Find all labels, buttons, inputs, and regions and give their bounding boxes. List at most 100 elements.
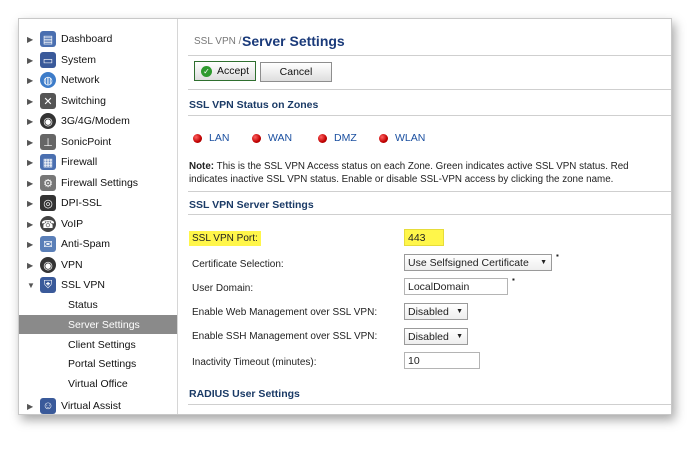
chevron-down-icon: ▼ [540,259,547,266]
globe-icon: ◍ [40,72,56,88]
cancel-button-label: Cancel [279,66,313,78]
sidebar-item-network[interactable]: ▶ ◍ Network [19,70,177,90]
user-domain-input[interactable]: LocalDomain [404,278,508,295]
sidebar-item-dpi-ssl[interactable]: ▶ ◎ DPI-SSL [19,193,177,213]
zone-dmz[interactable]: DMZ [318,132,357,144]
sidebar-subitem-virtual-office[interactable]: Virtual Office [19,374,177,393]
expand-arrow-icon[interactable]: ▶ [27,138,37,147]
zones-section-heading: SSL VPN Status on Zones [189,99,319,111]
sidebar-subitem-label: Virtual Office [68,377,128,390]
chevron-down-icon: ▼ [456,333,463,340]
sidebar-item-label: System [61,54,97,66]
ssl-vpn-icon: ⛨ [40,277,56,293]
expand-arrow-icon[interactable]: ▶ [27,220,37,229]
note-label: Note: [189,161,215,172]
sidebar-subitem-server-settings[interactable]: Server Settings [19,315,177,334]
expand-arrow-icon[interactable]: ▶ [27,179,37,188]
sidebar-item-label: Switching [61,95,106,107]
expand-arrow-icon[interactable]: ▶ [27,261,37,270]
sidebar-item-label: SonicPoint [61,136,112,148]
monitor-icon: ▭ [40,52,56,68]
zone-wlan[interactable]: WLAN [379,132,425,144]
sidebar-item-firewall[interactable]: ▶ ▦ Firewall [19,152,177,172]
zone-link[interactable]: WAN [268,132,292,144]
web-management-value: Disabled [408,305,449,318]
firewall-settings-icon: ⚙ [40,175,56,191]
sidebar-item-vpn[interactable]: ▶ ◉ VPN [19,255,177,275]
divider [188,214,671,215]
divider [188,404,671,405]
sidebar-item-label: SSL VPN [61,279,105,291]
note-text: This is the SSL VPN Access status on eac… [189,161,629,185]
expand-arrow-icon[interactable]: ▶ [27,117,37,126]
virtual-assist-icon: ☺ [40,398,56,414]
status-dot-icon [252,133,261,143]
app-window: ▶ ▤ Dashboard ▶ ▭ System ▶ ◍ Network ▶ ✕… [18,18,672,415]
sidebar: ▶ ▤ Dashboard ▶ ▭ System ▶ ◍ Network ▶ ✕… [19,19,178,414]
zone-link[interactable]: LAN [209,132,229,144]
sidebar-item-label: 3G/4G/Modem [61,115,130,127]
zone-wan[interactable]: WAN [252,132,292,144]
main-panel: SSL VPN / Server Settings ✓ Accept Cance… [178,19,671,414]
tick-mark: ▪ [512,275,515,284]
sidebar-item-label: Firewall Settings [61,177,139,189]
sidebar-subitem-label: Server Settings [68,318,140,331]
certificate-select[interactable]: Use Selfsigned Certificate ▼ [404,254,552,271]
collapse-arrow-icon[interactable]: ▼ [27,281,37,290]
sidebar-item-switching[interactable]: ▶ ✕ Switching [19,91,177,111]
zone-link[interactable]: DMZ [334,132,357,144]
cancel-button[interactable]: Cancel [260,62,332,82]
sidebar-item-voip[interactable]: ▶ ☎ VoIP [19,214,177,234]
firewall-icon: ▦ [40,154,56,170]
status-dot-icon [318,133,327,143]
sidebar-item-label: Virtual Assist [61,400,121,412]
expand-arrow-icon[interactable]: ▶ [27,97,37,106]
port-label: SSL VPN Port: [189,231,261,246]
port-input[interactable]: 443 [404,229,444,246]
sidebar-item-label: DPI-SSL [61,197,102,209]
breadcrumb[interactable]: SSL VPN / [194,36,241,47]
accept-button[interactable]: ✓ Accept [194,61,256,81]
sidebar-subitem-portal-settings[interactable]: Portal Settings [19,354,177,373]
tick-mark: ▪ [556,251,559,260]
zone-link[interactable]: WLAN [395,132,425,144]
expand-arrow-icon[interactable]: ▶ [27,402,37,411]
ssh-management-select[interactable]: Disabled ▼ [404,328,468,345]
expand-arrow-icon[interactable]: ▶ [27,56,37,65]
sidebar-item-virtual-assist[interactable]: ▶ ☺ Virtual Assist [19,396,177,414]
status-dot-icon [379,133,388,143]
divider [188,55,671,56]
sidebar-item-label: VPN [61,259,83,271]
web-management-select[interactable]: Disabled ▼ [404,303,468,320]
expand-arrow-icon[interactable]: ▶ [27,158,37,167]
sidebar-item-anti-spam[interactable]: ▶ ✉ Anti-Spam [19,234,177,254]
expand-arrow-icon[interactable]: ▶ [27,35,37,44]
ssh-management-value: Disabled [408,330,449,343]
expand-arrow-icon[interactable]: ▶ [27,76,37,85]
anti-spam-icon: ✉ [40,236,56,252]
vpn-icon: ◉ [40,257,56,273]
expand-arrow-icon[interactable]: ▶ [27,240,37,249]
sidebar-item-system[interactable]: ▶ ▭ System [19,50,177,70]
chevron-down-icon: ▼ [456,308,463,315]
zones-note: Note: This is the SSL VPN Access status … [189,160,649,186]
ssh-management-label: Enable SSH Management over SSL VPN: [192,331,378,342]
zone-lan[interactable]: LAN [193,132,229,144]
divider [188,89,671,90]
dashboard-icon: ▤ [40,31,56,47]
sidebar-item-modem[interactable]: ▶ ◉ 3G/4G/Modem [19,111,177,131]
sidebar-subitem-status[interactable]: Status [19,295,177,314]
sidebar-subitem-client-settings[interactable]: Client Settings [19,335,177,354]
page-title: Server Settings [242,33,345,49]
expand-arrow-icon[interactable]: ▶ [27,199,37,208]
checkmark-icon: ✓ [200,65,212,77]
sidebar-item-label: Network [61,74,100,86]
timeout-input[interactable]: 10 [404,352,480,369]
sidebar-item-firewall-settings[interactable]: ▶ ⚙ Firewall Settings [19,173,177,193]
modem-icon: ◉ [40,113,56,129]
sidebar-item-dashboard[interactable]: ▶ ▤ Dashboard [19,29,177,49]
sidebar-subitem-label: Portal Settings [68,357,137,370]
sidebar-item-ssl-vpn[interactable]: ▼ ⛨ SSL VPN [19,275,177,295]
sidebar-item-sonicpoint[interactable]: ▶ ⊥ SonicPoint [19,132,177,152]
radius-section-heading: RADIUS User Settings [189,388,300,400]
